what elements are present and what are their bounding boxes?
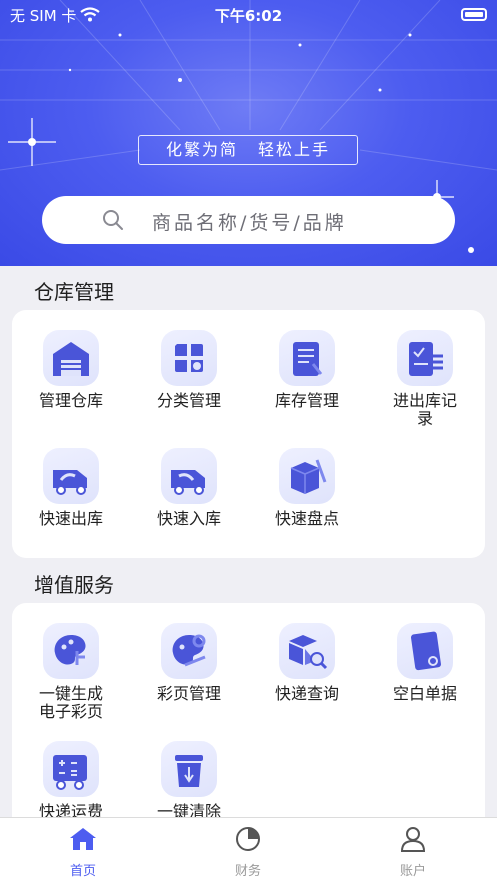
clock: 下午6:02 [214,7,283,25]
truck-in-icon [161,448,217,504]
slogan-box: 化繁为简 轻松上手 [138,135,358,165]
warehouse-icon [43,330,99,386]
stocktake-icon [279,448,335,504]
pie-chart-icon [236,827,260,851]
truck-out-icon [43,448,99,504]
status-bar: 无 SIM 卡 下午6:02 [0,0,497,30]
tab-label: 首页 [69,864,96,879]
brochure-management-button[interactable]: 彩页管理 [130,623,248,703]
item-label: 进出库记录 [392,391,457,428]
category-icon [161,330,217,386]
item-label: 空白单据 [392,684,457,703]
in-out-records-button[interactable]: 进出库记录 [366,330,484,428]
inventory-management-button[interactable]: 库存管理 [248,330,366,410]
header-banner: 无 SIM 卡 下午6:02 化繁为简 轻松上手 商品名称/货号/品牌 [0,0,497,266]
shipping-fee-button[interactable]: 快递运费 [12,741,130,821]
palette-touch-icon [43,623,99,679]
tab-home[interactable]: 首页 [43,826,123,879]
tab-label: 财务 [234,864,261,879]
warehouse-card: 管理仓库 分类管理 库存管理 进出库记录 快速出库 快速入库 快速盘点 [12,310,485,558]
home-icon [70,828,96,850]
category-management-button[interactable]: 分类管理 [130,330,248,410]
item-label: 分类管理 [156,391,221,410]
quick-stocktake-button[interactable]: 快速盘点 [248,448,366,528]
shipping-calc-icon [43,741,99,797]
tab-label: 账户 [399,864,426,879]
tab-finance[interactable]: 财务 [208,826,288,879]
search-input[interactable]: 商品名称/货号/品牌 [152,208,347,235]
bottom-tab-bar: 首页 财务 账户 [0,817,497,883]
value-added-card: 一键生成 电子彩页 彩页管理 快递查询 空白单据 快递运费 一键清除 [12,603,485,833]
express-tracking-button[interactable]: 快递查询 [248,623,366,703]
trash-bin-icon [161,741,217,797]
item-label: 彩页管理 [156,684,221,703]
palette-gear-icon [161,623,217,679]
quick-outbound-button[interactable]: 快速出库 [12,448,130,528]
quick-inbound-button[interactable]: 快速入库 [130,448,248,528]
value-added-section-title: 增值服务 [34,573,114,597]
warehouse-section-title: 仓库管理 [34,280,114,304]
blank-form-button[interactable]: 空白单据 [366,623,484,703]
tab-account[interactable]: 账户 [373,826,453,879]
one-click-clear-button[interactable]: 一键清除 [130,741,248,821]
manage-warehouse-button[interactable]: 管理仓库 [12,330,130,410]
search-bar[interactable]: 商品名称/货号/品牌 [42,196,455,244]
user-icon [400,827,426,852]
search-icon [103,210,123,230]
in-out-records-icon [397,330,453,386]
item-label: 快速出库 [38,509,103,528]
item-label: 快速盘点 [274,509,339,528]
package-search-icon [279,623,335,679]
slogan-right: 轻松上手 [258,140,331,159]
inventory-icon [279,330,335,386]
item-label: 管理仓库 [38,391,103,410]
blank-form-icon [397,623,453,679]
slogan-left: 化繁为简 [165,140,238,159]
battery-icon [461,8,487,21]
generate-brochure-button[interactable]: 一键生成 电子彩页 [12,623,130,721]
item-label: 快递查询 [274,684,339,703]
item-label: 库存管理 [274,391,339,410]
item-label: 一键生成 电子彩页 [38,684,103,721]
item-label: 快速入库 [156,509,221,528]
